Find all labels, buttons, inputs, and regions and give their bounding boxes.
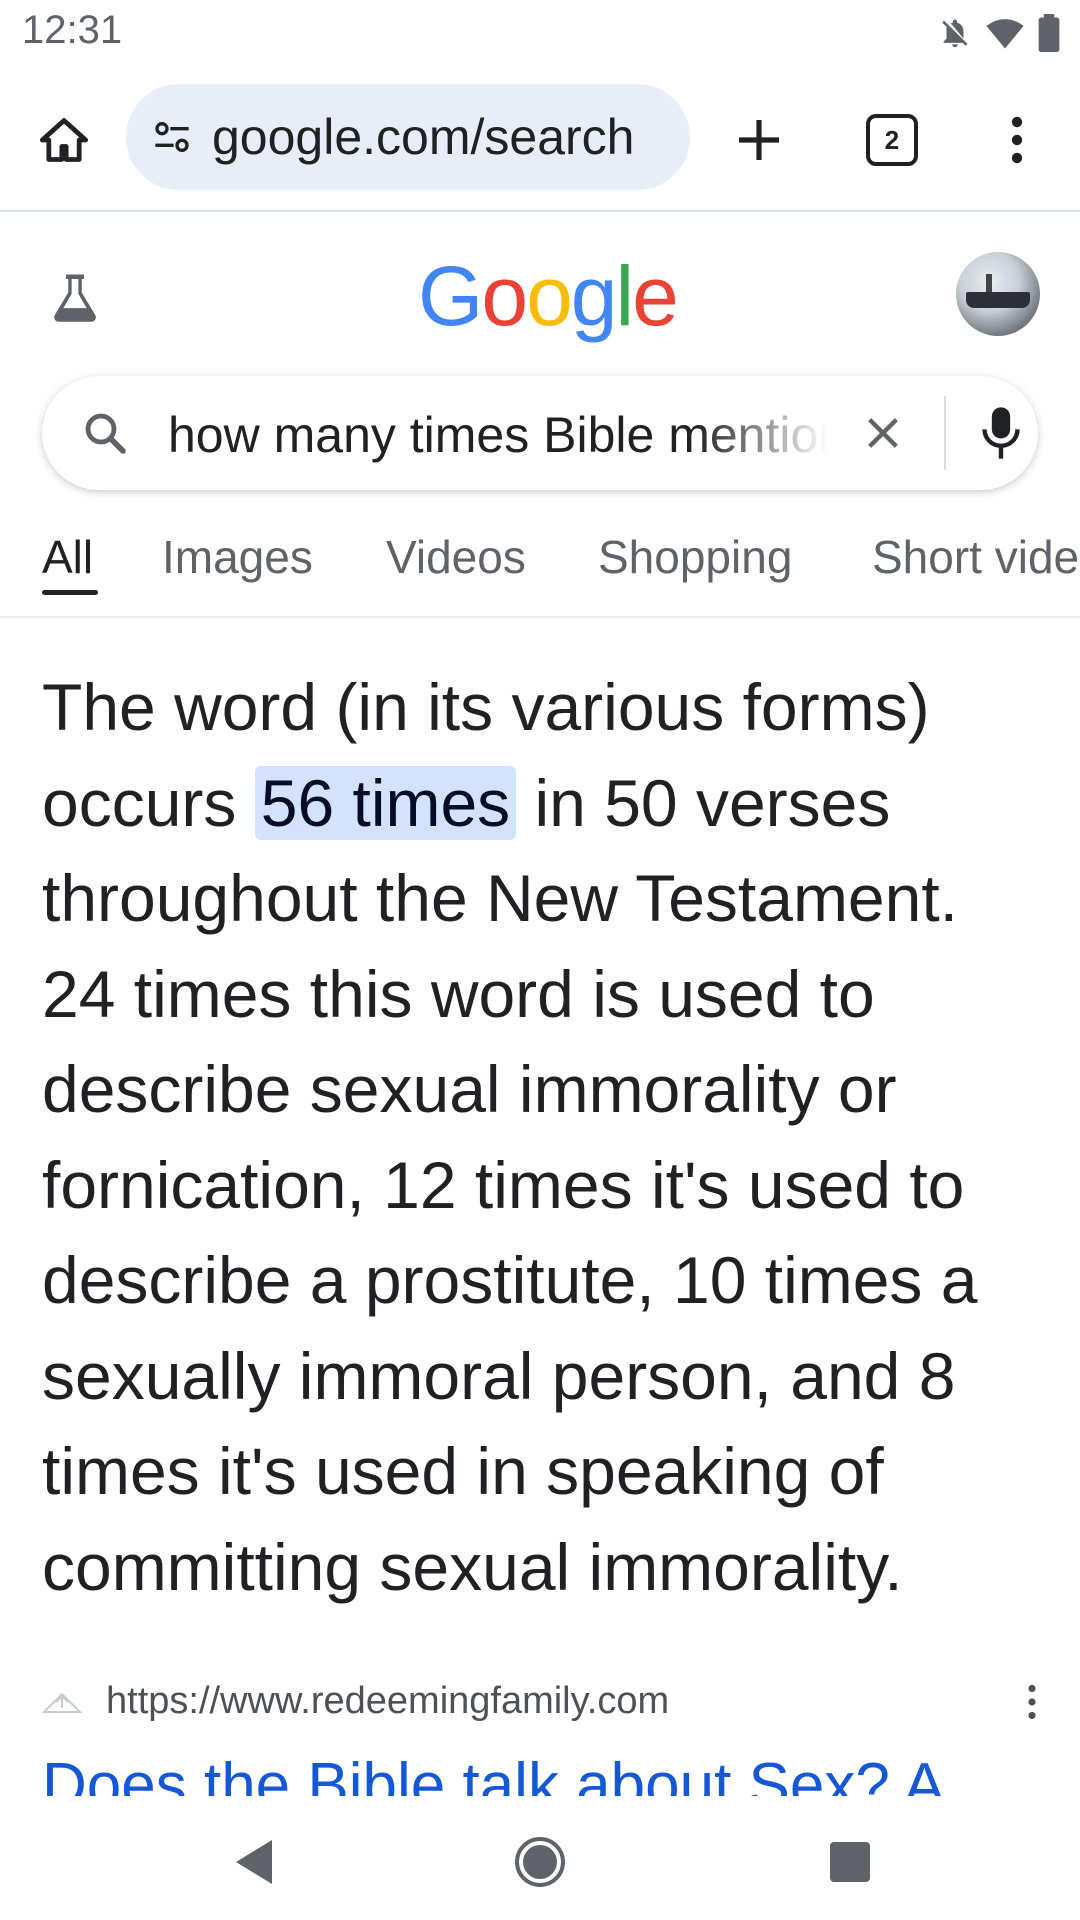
featured-snippet: The word (in its various forms) occurs 5…	[42, 660, 1042, 1615]
source-url[interactable]: https://www.redeemingfamily.com	[106, 1680, 669, 1723]
tab-all[interactable]: All	[42, 530, 93, 584]
status-bar: 12:31	[0, 0, 1080, 70]
google-logo-letter: e	[632, 249, 679, 343]
home-button[interactable]	[22, 98, 106, 182]
status-time: 12:31	[22, 8, 123, 52]
avatar-ship	[966, 292, 1030, 308]
search-input[interactable]: how many times Bible mentions	[168, 406, 828, 464]
notifications-off-icon	[938, 14, 972, 52]
google-logo-letter: G	[418, 249, 483, 343]
home-icon	[39, 118, 89, 162]
avatar[interactable]	[956, 252, 1040, 336]
avatar-ship-mast	[986, 274, 992, 294]
labs-button[interactable]	[40, 262, 110, 332]
tab-images[interactable]: Images	[162, 530, 313, 584]
home-nav-button[interactable]	[508, 1830, 572, 1894]
close-icon	[868, 418, 898, 448]
more-vert-icon	[1028, 1684, 1036, 1720]
site-favicon-icon	[42, 1684, 82, 1718]
more-vert-icon	[1011, 116, 1023, 164]
google-logo[interactable]: Google	[418, 248, 679, 345]
battery-icon	[1038, 14, 1060, 52]
url-bar[interactable]: google.com/search	[126, 84, 690, 190]
snippet-highlight: 56 times	[254, 765, 517, 840]
url-text[interactable]: google.com/search	[212, 108, 672, 166]
clear-search-button[interactable]	[854, 404, 912, 462]
recents-button[interactable]	[818, 1830, 882, 1894]
recents-square-icon	[830, 1842, 870, 1882]
tab-switcher-button[interactable]: 2	[850, 98, 934, 182]
result-menu-button[interactable]	[1012, 1678, 1052, 1726]
back-button[interactable]	[222, 1830, 286, 1894]
google-logo-letter: o	[481, 249, 528, 343]
search-box[interactable]: how many times Bible mentions	[42, 376, 1038, 490]
back-triangle-icon	[236, 1840, 272, 1884]
plus-icon	[739, 120, 779, 160]
tab-short-videos[interactable]: Short videos	[872, 530, 1080, 584]
tab-count: 2	[866, 114, 918, 166]
result-title-link[interactable]: Does the Bible talk about Sex? A	[42, 1740, 1052, 1796]
search-divider	[944, 396, 946, 470]
browser-menu-button[interactable]	[975, 98, 1059, 182]
navigation-bar	[0, 1800, 1080, 1920]
flask-icon	[54, 274, 96, 322]
status-icons	[938, 14, 1060, 52]
google-logo-letter: o	[526, 249, 573, 343]
home-circle-icon	[515, 1837, 565, 1887]
google-logo-letter: g	[570, 249, 618, 343]
browser-toolbar: google.com/search 2	[0, 70, 1080, 212]
result-tabs: All Images Videos Shopping Short videos	[0, 520, 1080, 618]
source-row: https://www.redeemingfamily.com	[42, 1672, 1042, 1732]
snippet-text-after: in 50 verses throughout the New Testamen…	[42, 765, 978, 1604]
microphone-icon	[982, 407, 1020, 459]
site-settings-icon[interactable]	[150, 115, 194, 159]
search-icon	[78, 406, 132, 460]
new-tab-button[interactable]	[717, 98, 801, 182]
wifi-icon	[986, 16, 1024, 50]
google-logo-letter: l	[615, 249, 635, 343]
active-tab-indicator	[42, 590, 98, 595]
result-title-clip: Does the Bible talk about Sex? A	[42, 1740, 1052, 1796]
tab-shopping[interactable]: Shopping	[598, 530, 792, 584]
voice-search-button[interactable]	[968, 400, 1034, 466]
tab-videos[interactable]: Videos	[386, 530, 526, 584]
